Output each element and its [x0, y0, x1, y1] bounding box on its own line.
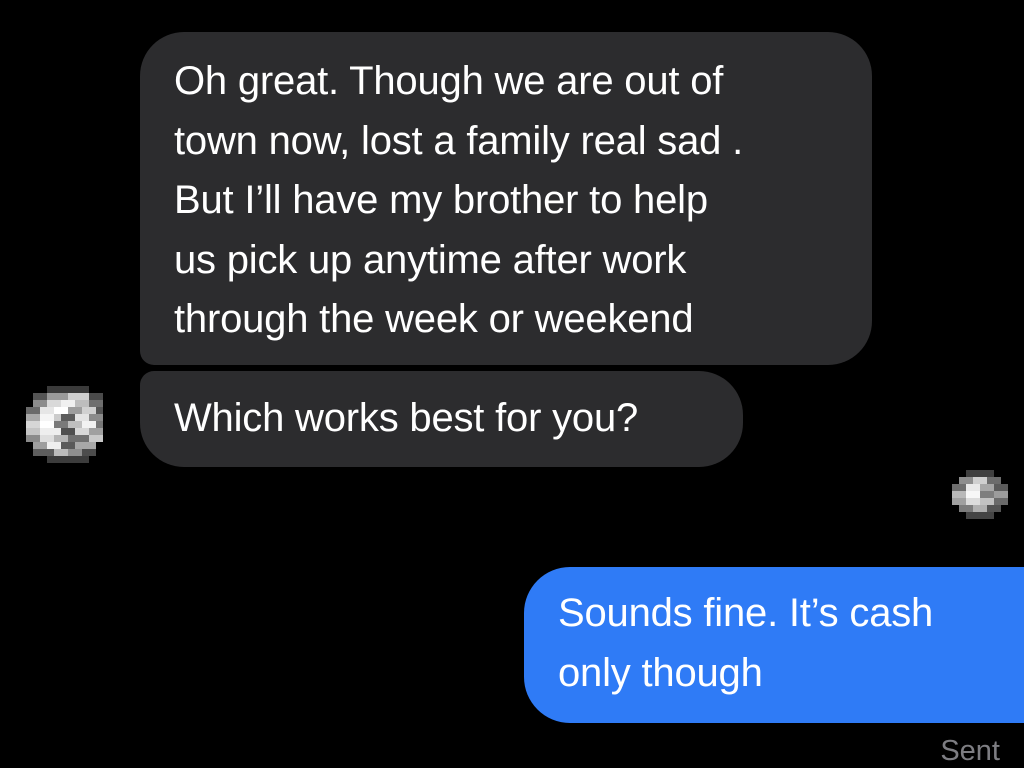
message-text-line: But I’ll have my brother to help: [174, 178, 708, 222]
read-receipt-avatar-icon: [952, 470, 1008, 526]
message-text-line: Sounds fine. It’s cash: [558, 591, 934, 635]
message-text-line: town now, lost a family real sad .: [174, 118, 744, 163]
outgoing-message-bubble[interactable]: Sounds fine. It’s cash only though: [524, 567, 1024, 723]
message-text-line: Oh great. Though we are out of: [174, 59, 724, 103]
message-text-line: Which works best for you?: [174, 396, 639, 440]
contact-avatar-icon[interactable]: [26, 386, 110, 470]
incoming-message-bubble[interactable]: Which works best for you?: [140, 371, 743, 467]
message-text-line: only though: [558, 650, 763, 695]
delivery-status-label: Sent: [940, 735, 1000, 767]
message-text-line: us pick up anytime after work: [174, 237, 687, 282]
incoming-message-bubble[interactable]: Oh great. Though we are out of town now,…: [140, 32, 872, 365]
message-text-line: through the week or weekend: [174, 297, 694, 341]
